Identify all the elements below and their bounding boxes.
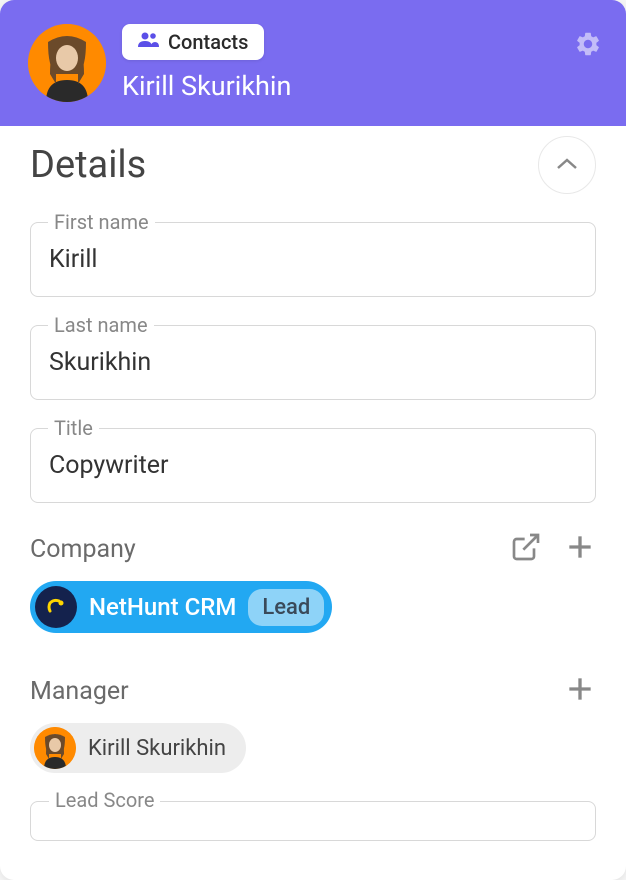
settings-icon[interactable] bbox=[574, 30, 602, 58]
first-name-label: First name bbox=[48, 210, 155, 234]
plus-icon bbox=[564, 673, 596, 709]
open-external-icon bbox=[510, 531, 542, 567]
company-section-header: Company bbox=[30, 531, 596, 567]
details-body: Details First name Last name Title Compa… bbox=[0, 126, 626, 871]
title-field-group: Title bbox=[30, 428, 596, 503]
chevron-up-icon bbox=[556, 156, 578, 175]
first-name-field-group: First name bbox=[30, 222, 596, 297]
company-name: NetHunt CRM bbox=[89, 593, 236, 621]
contacts-badge-label: Contacts bbox=[168, 30, 248, 54]
manager-name: Kirill Skurikhin bbox=[88, 736, 226, 761]
plus-icon bbox=[564, 531, 596, 567]
contact-detail-card: Contacts Kirill Skurikhin Details First … bbox=[0, 0, 626, 880]
company-section-label: Company bbox=[30, 535, 136, 564]
company-stage-badge: Lead bbox=[248, 589, 324, 626]
last-name-field-group: Last name bbox=[30, 325, 596, 400]
header-content: Contacts Kirill Skurikhin bbox=[122, 24, 291, 102]
contacts-badge[interactable]: Contacts bbox=[122, 24, 264, 60]
title-label: Title bbox=[48, 416, 99, 440]
contact-name-title: Kirill Skurikhin bbox=[122, 70, 291, 102]
add-manager-button[interactable] bbox=[564, 673, 596, 709]
manager-chip[interactable]: Kirill Skurikhin bbox=[30, 723, 246, 773]
people-icon bbox=[138, 32, 160, 52]
collapse-button[interactable] bbox=[538, 136, 596, 194]
manager-actions bbox=[564, 673, 596, 709]
manager-avatar bbox=[34, 727, 76, 769]
lead-score-label: Lead Score bbox=[49, 788, 160, 812]
last-name-label: Last name bbox=[48, 313, 154, 337]
contact-avatar bbox=[28, 24, 106, 102]
add-company-button[interactable] bbox=[564, 531, 596, 567]
manager-section-label: Manager bbox=[30, 677, 129, 706]
details-section-header: Details bbox=[30, 136, 596, 194]
open-external-button[interactable] bbox=[510, 531, 542, 567]
details-title: Details bbox=[30, 143, 146, 187]
contact-header: Contacts Kirill Skurikhin bbox=[0, 0, 626, 126]
company-chip[interactable]: NetHunt CRM Lead bbox=[30, 581, 332, 633]
company-actions bbox=[510, 531, 596, 567]
lead-score-field-group[interactable]: Lead Score bbox=[30, 801, 596, 841]
company-logo-icon bbox=[35, 586, 77, 628]
manager-section-header: Manager bbox=[30, 673, 596, 709]
title-input[interactable] bbox=[30, 428, 596, 503]
